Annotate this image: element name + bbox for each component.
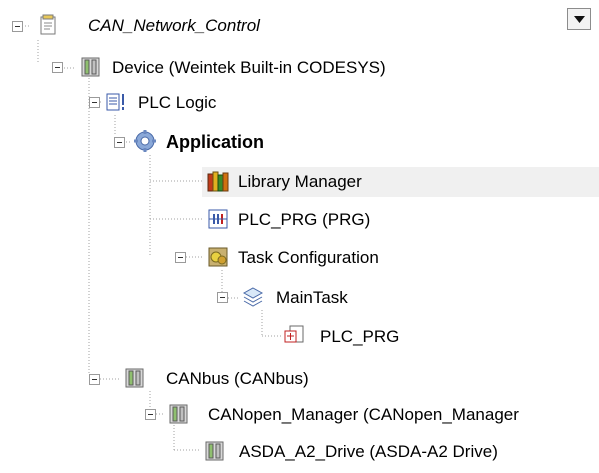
collapse-toggle-task-configuration[interactable] bbox=[175, 252, 186, 263]
collapse-toggle-device[interactable] bbox=[52, 62, 63, 73]
tree-label-asda-a2-drive[interactable]: ASDA_A2_Drive (ASDA-A2 Drive) bbox=[239, 441, 498, 463]
collapse-toggle-plc-logic[interactable] bbox=[89, 97, 100, 108]
device-icon bbox=[81, 57, 100, 77]
program-call-icon bbox=[284, 325, 304, 343]
tree-label-plc-prg-call[interactable]: PLC_PRG bbox=[320, 326, 399, 348]
project-page-icon bbox=[40, 14, 56, 35]
triangle-down-icon bbox=[574, 16, 585, 23]
tree-label-canopen-manager[interactable]: CANopen_Manager (CANopen_Manager bbox=[208, 404, 519, 426]
plc-logic-icon bbox=[106, 93, 124, 111]
device-icon bbox=[125, 368, 144, 388]
tree-label-canbus[interactable]: CANbus (CANbus) bbox=[166, 368, 309, 390]
collapse-toggle-canbus[interactable] bbox=[89, 374, 100, 385]
gear-icon bbox=[134, 130, 156, 152]
tree-label-project[interactable]: CAN_Network_Control bbox=[88, 15, 260, 37]
device-tree: CAN_Network_Control Device (Weintek Buil… bbox=[0, 0, 599, 473]
device-icon bbox=[169, 404, 188, 424]
tree-label-application[interactable]: Application bbox=[166, 131, 264, 153]
collapse-toggle-application[interactable] bbox=[114, 137, 125, 148]
books-icon bbox=[207, 171, 229, 192]
collapse-toggle-canopen-manager[interactable] bbox=[145, 409, 156, 420]
tree-label-library-manager[interactable]: Library Manager bbox=[238, 171, 362, 193]
dropdown-button[interactable] bbox=[567, 8, 591, 30]
tree-label-plc-prg[interactable]: PLC_PRG (PRG) bbox=[238, 209, 370, 231]
tree-label-device[interactable]: Device (Weintek Built-in CODESYS) bbox=[112, 57, 386, 79]
program-icon bbox=[208, 209, 228, 229]
tree-label-maintask[interactable]: MainTask bbox=[276, 287, 348, 309]
tree-label-task-configuration[interactable]: Task Configuration bbox=[238, 247, 379, 269]
collapse-toggle-project[interactable] bbox=[12, 21, 23, 32]
task-icon bbox=[242, 287, 264, 307]
tree-label-plc-logic[interactable]: PLC Logic bbox=[138, 92, 216, 114]
device-icon bbox=[205, 441, 224, 461]
collapse-toggle-maintask[interactable] bbox=[217, 292, 228, 303]
task-config-icon bbox=[208, 247, 228, 267]
